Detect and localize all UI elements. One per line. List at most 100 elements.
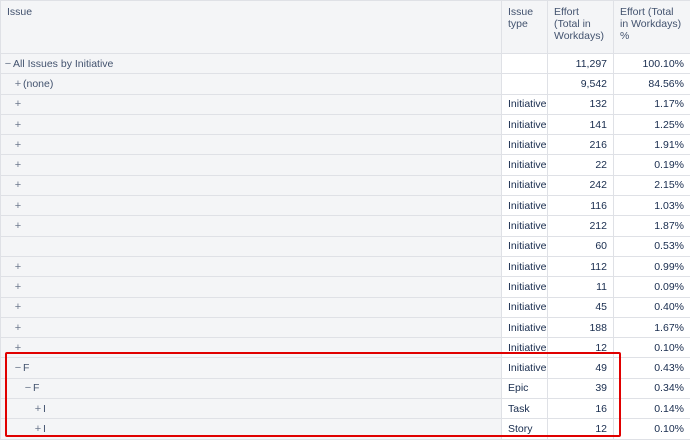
table-row[interactable]: + Initiative 216 1.91% — [0, 134, 690, 156]
issue-type-cell: Initiative — [501, 93, 548, 115]
issue-cell[interactable]: + I — [0, 418, 502, 440]
issue-cell[interactable]: + — [0, 154, 502, 176]
issue-type-cell: Initiative — [501, 174, 548, 197]
issue-label[interactable]: I — [43, 423, 46, 435]
effort-cell: 11,297 — [547, 52, 614, 75]
collapse-icon[interactable]: − — [13, 362, 23, 374]
issue-cell[interactable]: + — [0, 195, 502, 217]
effort-cell: 39 — [547, 377, 614, 400]
expand-icon[interactable]: + — [13, 139, 23, 151]
issue-label[interactable]: F — [23, 362, 29, 374]
effort-cell: 22 — [547, 154, 614, 176]
issue-type-cell: Initiative — [501, 276, 548, 298]
effort-percent-column-header[interactable]: Effort (Total in Workdays) % — [613, 0, 690, 54]
effort-percent-cell: 100.10% — [613, 52, 690, 75]
issue-type-cell: Task — [501, 398, 548, 420]
table-row[interactable]: + Initiative 22 0.19% — [0, 154, 690, 176]
effort-cell: 12 — [547, 337, 614, 359]
issue-label[interactable]: F — [33, 382, 39, 394]
effort-cell: 188 — [547, 316, 614, 339]
effort-percent-cell: 1.25% — [613, 113, 690, 136]
expand-icon[interactable]: + — [33, 423, 43, 435]
effort-percent-cell: 0.99% — [613, 255, 690, 278]
issue-cell[interactable]: + — [0, 255, 502, 278]
issue-cell[interactable]: − All Issues by Initiative — [0, 52, 502, 75]
issue-cell[interactable]: − F — [0, 377, 502, 400]
issue-cell[interactable]: − F — [0, 357, 502, 379]
issue-type-cell: Initiative — [501, 357, 548, 379]
table-row[interactable]: + I Task 16 0.14% — [0, 398, 690, 420]
table-body: − All Issues by Initiative 11,297 100.10% +(… — [0, 52, 690, 440]
effort-cell: 242 — [547, 174, 614, 197]
table-row[interactable]: − All Issues by Initiative 11,297 100.10% — [0, 52, 690, 75]
issue-type-cell: Epic — [501, 377, 548, 400]
expand-icon[interactable]: + — [13, 159, 23, 171]
issue-label[interactable]: I — [43, 403, 46, 415]
issue-cell[interactable]: + — [0, 174, 502, 197]
table-row[interactable]: + Initiative 188 1.67% — [0, 316, 690, 339]
issue-cell[interactable]: + — [0, 276, 502, 298]
table-row[interactable]: + Initiative 112 0.99% — [0, 255, 690, 278]
issue-label[interactable]: (none) — [23, 78, 53, 90]
table-row[interactable]: + Initiative 141 1.25% — [0, 113, 690, 136]
issue-cell[interactable] — [0, 235, 502, 257]
collapse-icon[interactable]: − — [3, 58, 13, 70]
effort-percent-cell: 2.15% — [613, 174, 690, 197]
effort-percent-cell: 84.56% — [613, 73, 690, 95]
effort-percent-cell: 1.67% — [613, 316, 690, 339]
effort-cell: 116 — [547, 195, 614, 217]
effort-report-table: Issue Issue type Effort (Total in Workda… — [0, 0, 690, 440]
table-row[interactable]: + I Story 12 0.10% — [0, 418, 690, 440]
effort-percent-cell: 1.91% — [613, 134, 690, 156]
expand-icon[interactable]: + — [13, 322, 23, 334]
expand-icon[interactable]: + — [13, 98, 23, 110]
table-row[interactable]: Initiative 60 0.53% — [0, 235, 690, 257]
table-row[interactable]: + Initiative 242 2.15% — [0, 174, 690, 197]
effort-cell: 9,542 — [547, 73, 614, 95]
expand-icon[interactable]: + — [13, 261, 23, 273]
effort-column-header[interactable]: Effort (Total in Workdays) — [547, 0, 614, 54]
effort-cell: 12 — [547, 418, 614, 440]
issue-type-column-header[interactable]: Issue type — [501, 0, 548, 54]
issue-label[interactable]: All Issues by Initiative — [13, 58, 113, 70]
issue-cell[interactable]: + (none) — [0, 73, 502, 95]
table-row[interactable]: − F Epic 39 0.34% — [0, 377, 690, 400]
expand-icon[interactable]: + — [13, 342, 23, 354]
effort-percent-cell: 0.10% — [613, 337, 690, 359]
expand-icon[interactable]: + — [13, 119, 23, 131]
issue-cell[interactable]: + I — [0, 398, 502, 420]
issue-cell[interactable]: + — [0, 215, 502, 237]
issue-column-header[interactable]: Issue — [0, 0, 502, 54]
issue-cell[interactable]: + — [0, 316, 502, 339]
issue-type-cell: Initiative — [501, 337, 548, 359]
table-row[interactable]: + Initiative 212 1.87% — [0, 215, 690, 237]
table-row[interactable]: + (none) 9,542 84.56% — [0, 73, 690, 95]
issue-type-cell — [501, 73, 548, 95]
effort-cell: 112 — [547, 255, 614, 278]
issue-cell[interactable]: + — [0, 93, 502, 115]
table-row[interactable]: + Initiative 11 0.09% — [0, 276, 690, 298]
issue-type-cell: Initiative — [501, 296, 548, 318]
expand-icon[interactable]: + — [13, 179, 23, 191]
effort-cell: 49 — [547, 357, 614, 379]
table-row[interactable]: + Initiative 116 1.03% — [0, 195, 690, 217]
issue-type-cell: Initiative — [501, 255, 548, 278]
expand-icon[interactable]: + — [13, 281, 23, 293]
issue-cell[interactable]: + — [0, 113, 502, 136]
issue-cell[interactable]: + — [0, 337, 502, 359]
issue-cell[interactable]: + — [0, 296, 502, 318]
expand-icon[interactable]: + — [13, 78, 23, 90]
effort-percent-cell: 0.19% — [613, 154, 690, 176]
table-row[interactable]: − F Initiative 49 0.43% — [0, 357, 690, 379]
collapse-icon[interactable]: − — [23, 382, 33, 394]
expand-icon[interactable]: + — [13, 220, 23, 232]
issue-cell[interactable]: + — [0, 134, 502, 156]
table-row[interactable]: + Initiative 132 1.17% — [0, 93, 690, 115]
expand-icon[interactable]: + — [33, 403, 43, 415]
expand-icon[interactable]: + — [13, 301, 23, 313]
table-row[interactable]: + Initiative 45 0.40% — [0, 296, 690, 318]
effort-percent-cell: 0.10% — [613, 418, 690, 440]
effort-percent-cell: 0.14% — [613, 398, 690, 420]
expand-icon[interactable]: + — [13, 200, 23, 212]
table-row[interactable]: + Initiative 12 0.10% — [0, 337, 690, 359]
